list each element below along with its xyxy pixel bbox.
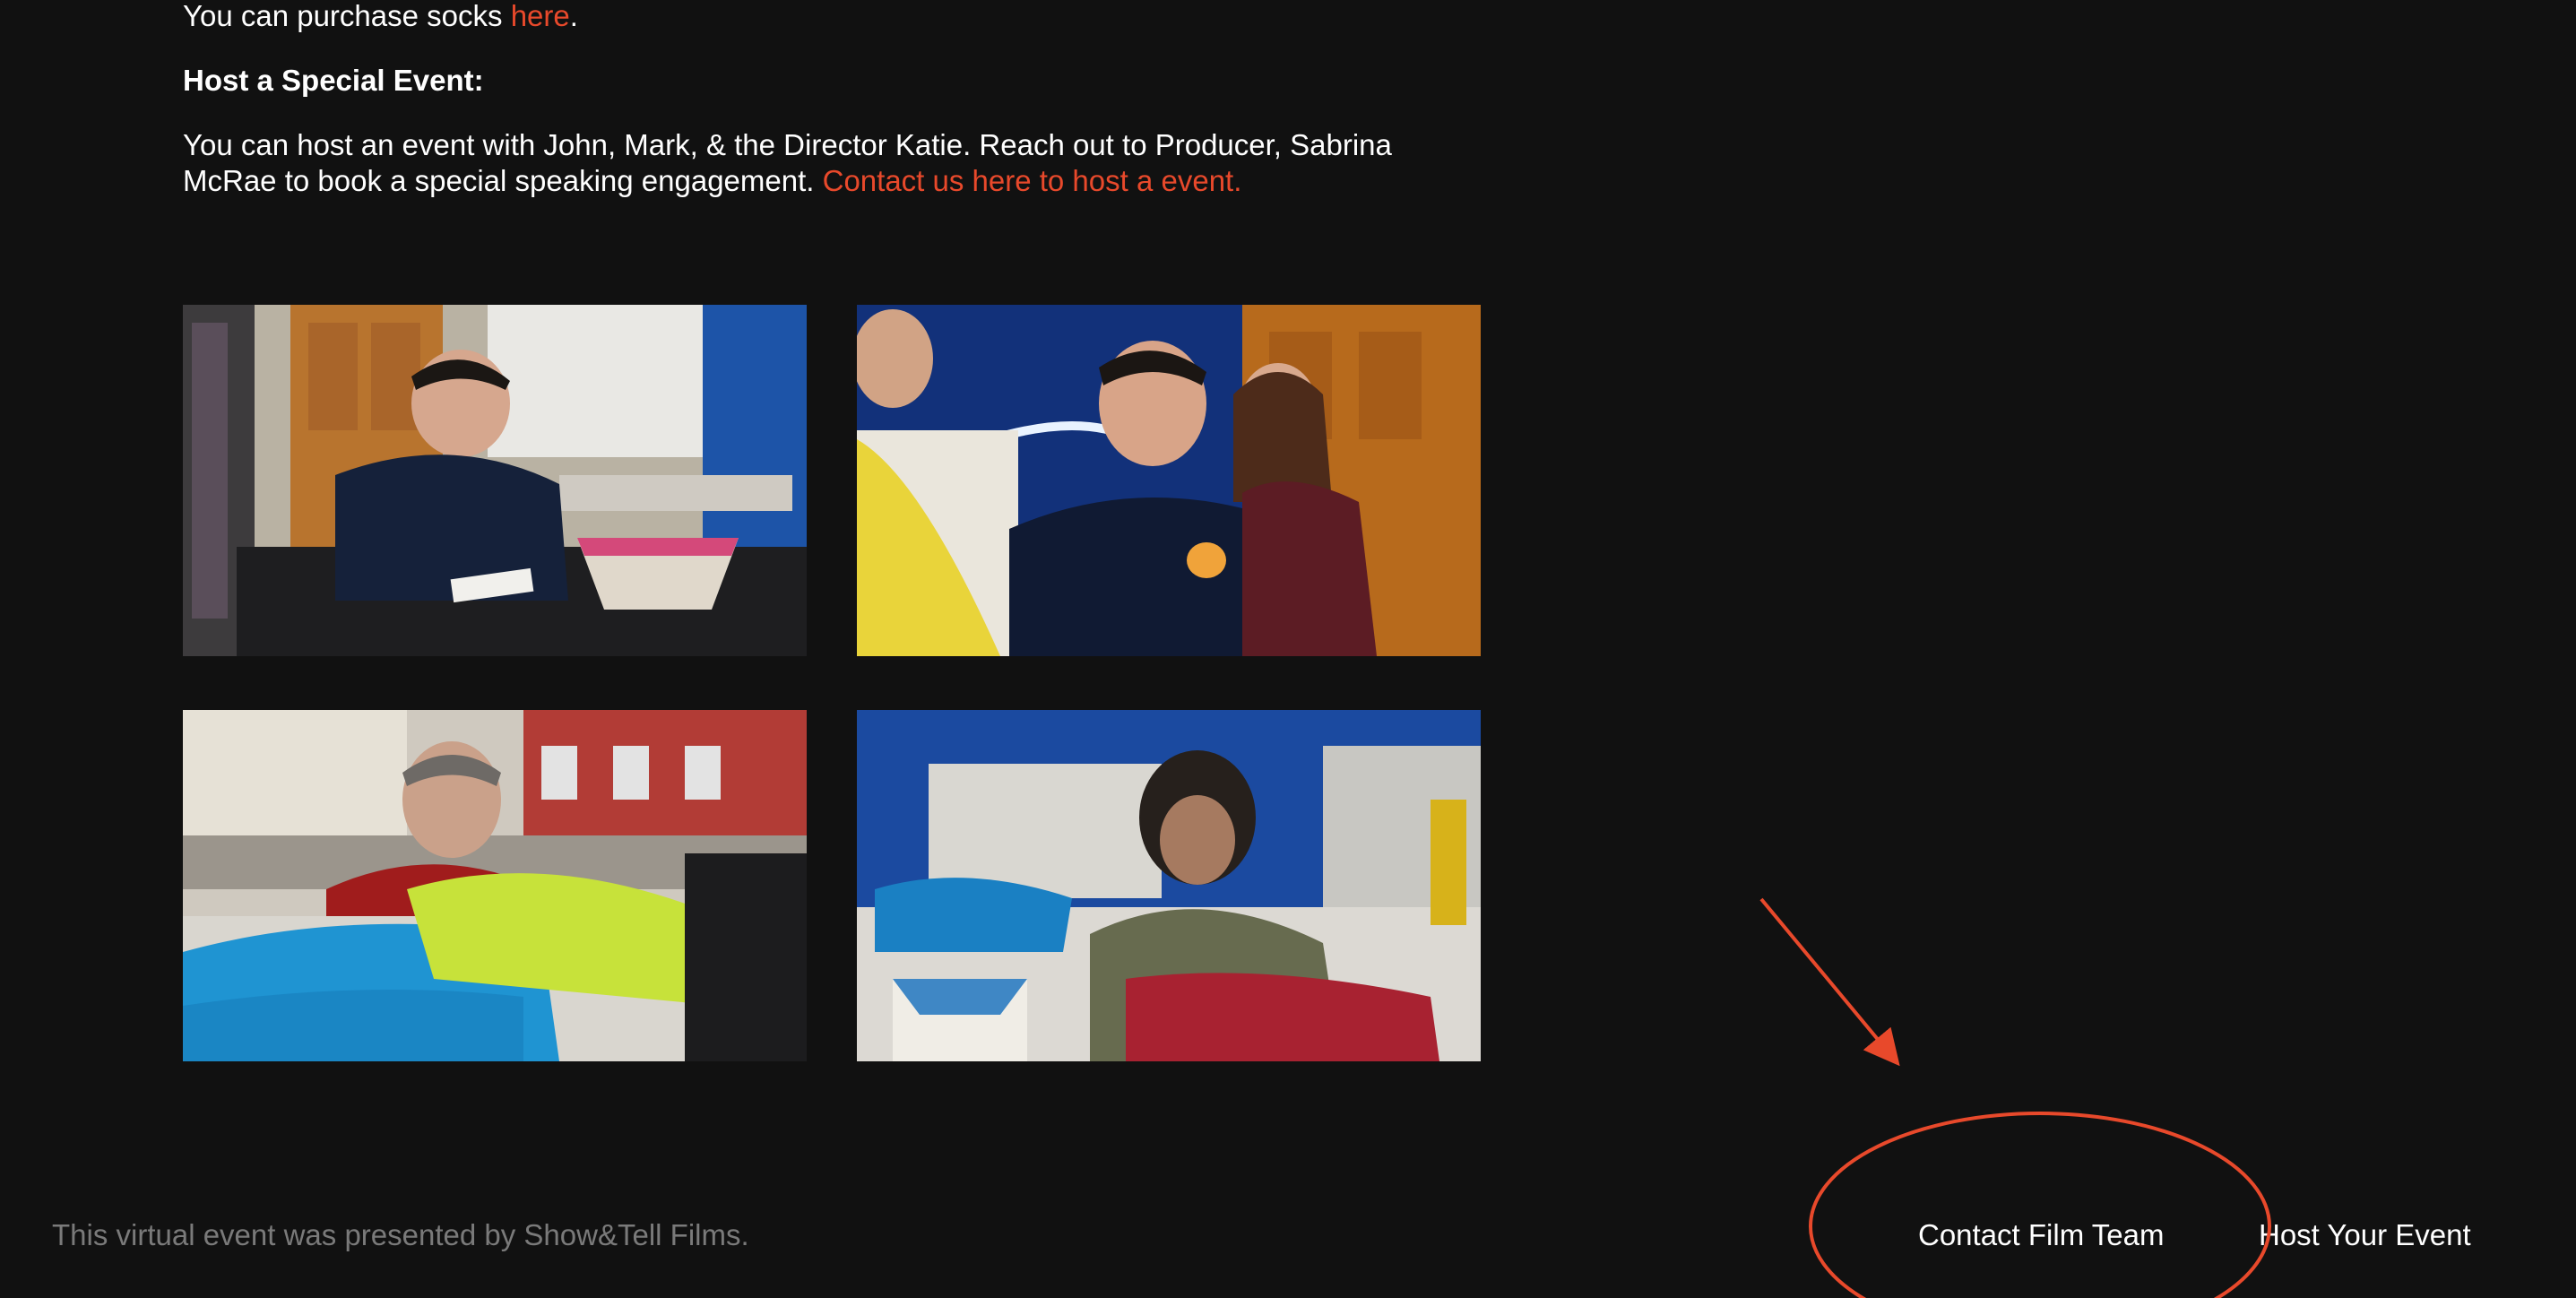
contact-film-team-link[interactable]: Contact Film Team xyxy=(1918,1217,2164,1253)
man-sorting-socks-photo xyxy=(183,710,807,1061)
annotation-circle xyxy=(1809,1112,2271,1298)
socks-text: You can purchase socks xyxy=(183,0,511,32)
footer-credit: This virtual event was presented by Show… xyxy=(52,1218,749,1251)
host-your-event-link[interactable]: Host Your Event xyxy=(2259,1217,2471,1253)
annotation-arrow xyxy=(1759,897,1900,1067)
socks-link[interactable]: here xyxy=(511,0,570,32)
man-laughing-group-photo xyxy=(857,305,1481,656)
event-paragraph: You can host an event with John, Mark, &… xyxy=(183,127,1491,199)
woman-sorting-socks-photo xyxy=(857,710,1481,1061)
socks-period: . xyxy=(569,0,578,32)
socks-paragraph: You can purchase socks here. xyxy=(183,0,1491,34)
special-event-heading: Host a Special Event: xyxy=(183,64,484,97)
host-event-link[interactable]: Contact us here to host a event. xyxy=(823,164,1242,197)
man-signing-papers-photo xyxy=(183,305,807,656)
